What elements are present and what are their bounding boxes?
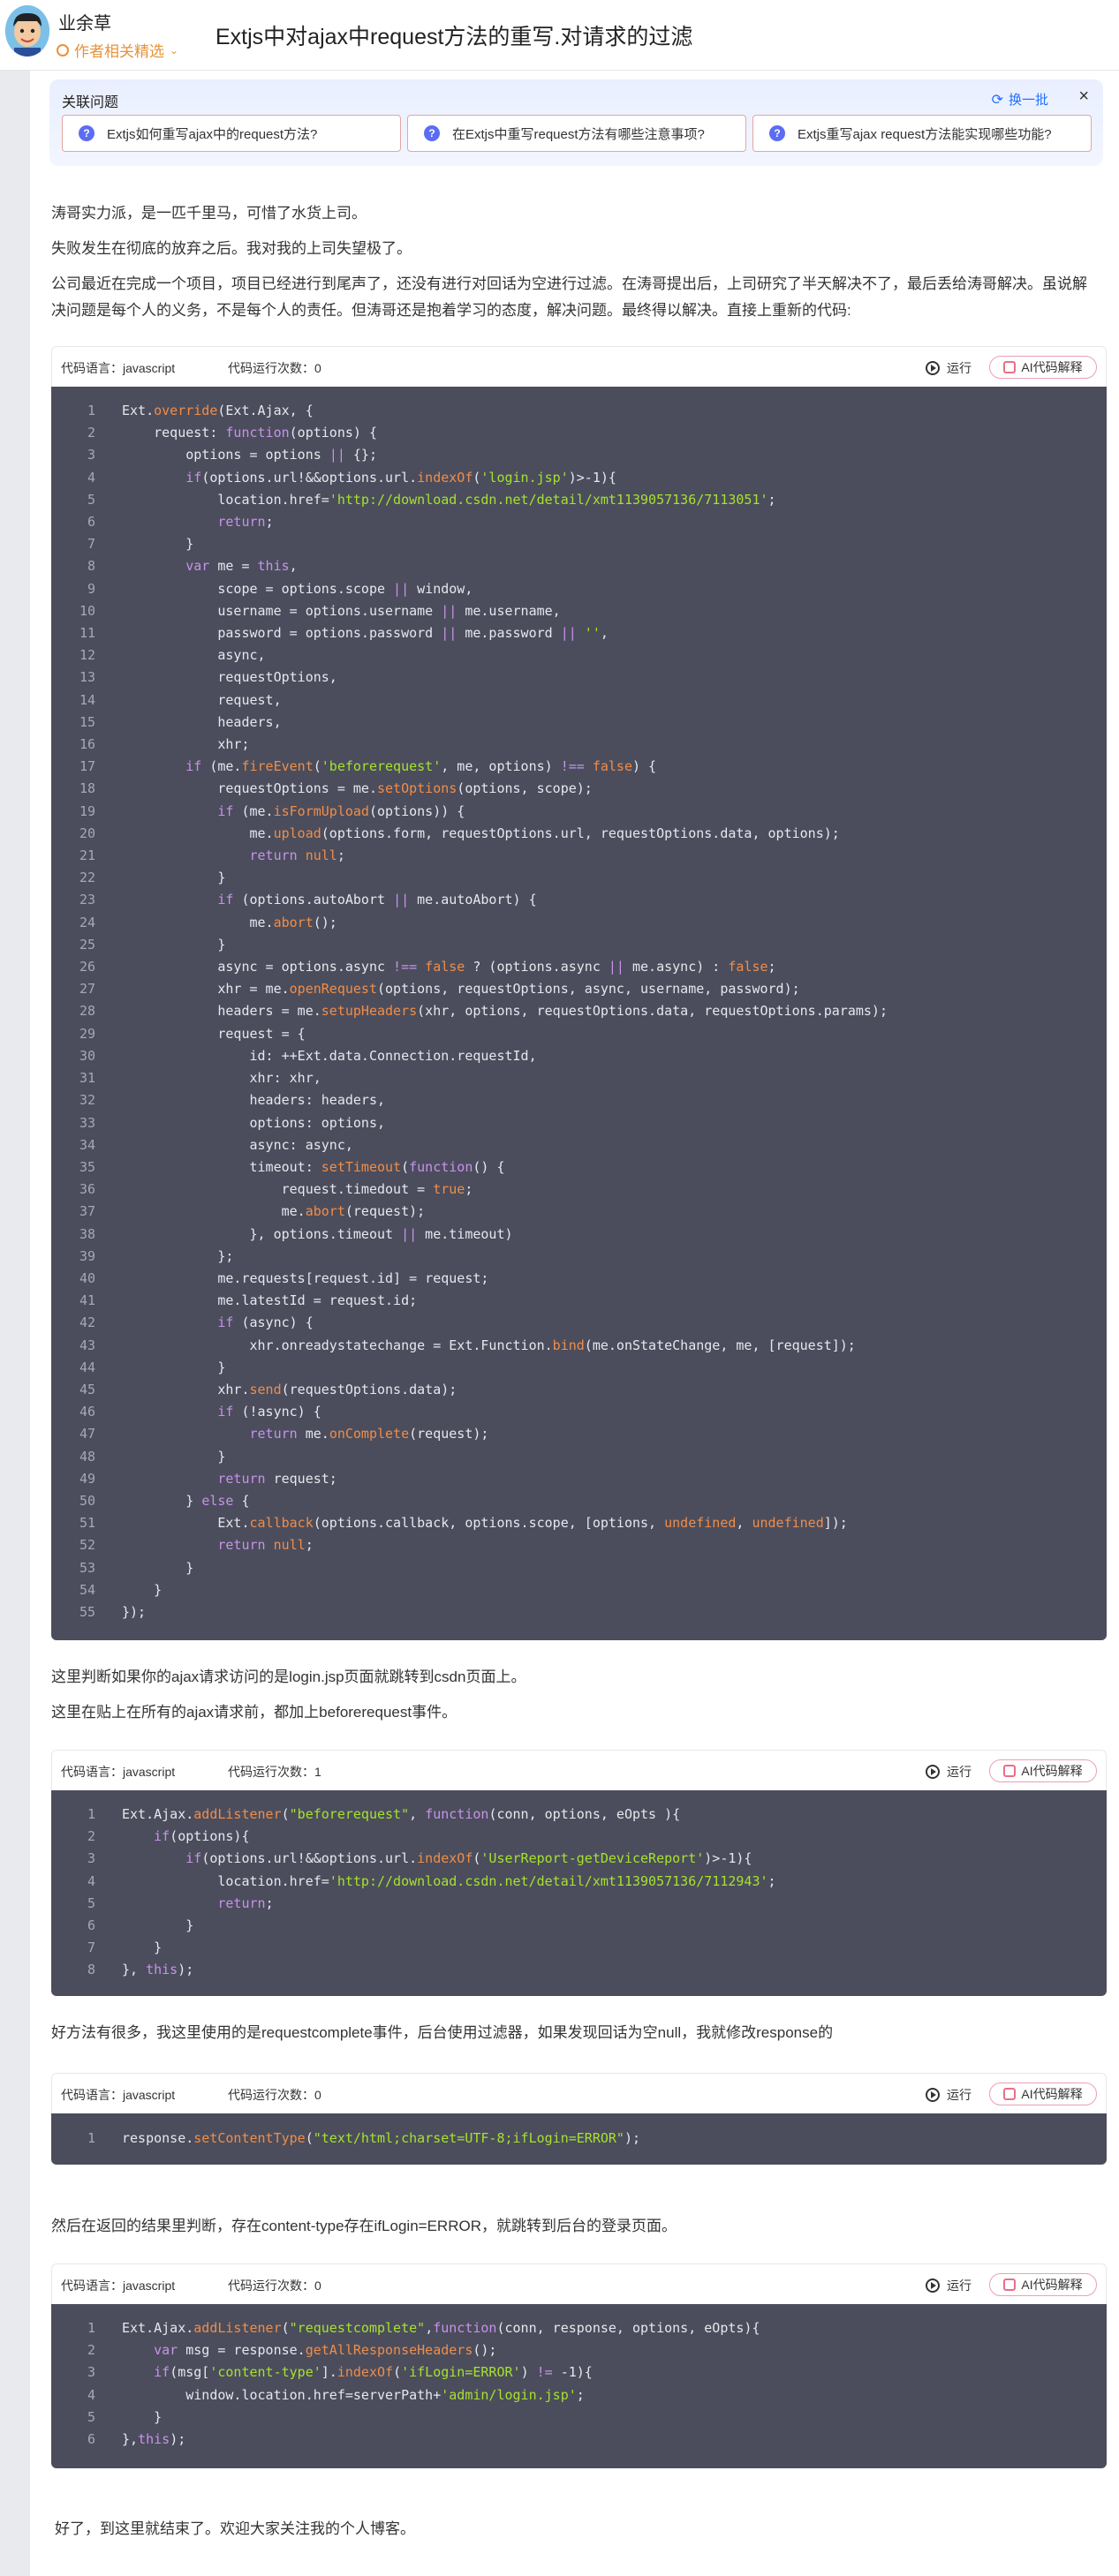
code-toolbar: 代码语言：javascript 代码运行次数：0 运行 AI代码解释 bbox=[51, 2073, 1107, 2113]
paragraph: 公司最近在完成一个项目，项目已经进行到尾声了，还没有进行对回话为空进行过滤。在涛… bbox=[51, 275, 1087, 319]
ai-icon bbox=[1003, 1765, 1017, 1777]
code-toolbar: 代码语言：javascript 代码运行次数：0 运行 AI代码解释 bbox=[51, 2263, 1107, 2304]
paragraph: 失败发生在彻底的放弃之后。我对我的上司失望极了。 bbox=[51, 240, 412, 257]
play-icon bbox=[926, 2088, 940, 2102]
run-label: 运行 bbox=[947, 2088, 972, 2102]
author-name[interactable]: 业余草 bbox=[58, 9, 111, 34]
ai-explain-button[interactable]: AI代码解释 bbox=[989, 356, 1097, 379]
paragraph: 这里在贴上在所有的ajax请求前，都加上beforerequest事件。 bbox=[51, 1704, 457, 1721]
paragraph: 好了，到这里就结束了。欢迎大家关注我的个人博客。 bbox=[55, 2520, 415, 2537]
run-count: 代码运行次数：1 bbox=[228, 1765, 321, 1779]
page-title: Extjs中对ajax中request方法的重写.对请求的过滤 bbox=[215, 25, 693, 49]
chevron-down-icon: ⌄ bbox=[170, 43, 179, 56]
play-icon bbox=[926, 361, 940, 375]
badge-label: 作者相关精选 bbox=[74, 43, 164, 60]
question-icon: ? bbox=[424, 125, 440, 141]
run-label: 运行 bbox=[947, 1765, 972, 1779]
ai-explain-label: AI代码解释 bbox=[1021, 360, 1083, 374]
ai-explain-button[interactable]: AI代码解释 bbox=[989, 2273, 1097, 2296]
run-label: 运行 bbox=[947, 2278, 972, 2293]
question-icon: ? bbox=[79, 125, 95, 141]
run-button[interactable]: 运行 bbox=[926, 359, 972, 377]
ai-icon bbox=[1003, 2278, 1017, 2291]
run-button[interactable]: 运行 bbox=[926, 1763, 972, 1781]
code-block[interactable]: 1 Ext.Ajax.addListener("requestcomplete",… bbox=[51, 2304, 1107, 2468]
code-language: 代码语言：javascript bbox=[61, 1765, 176, 1779]
related-question-text: Extjs如何重写ajax中的request方法? bbox=[107, 126, 318, 142]
code-language: 代码语言：javascript bbox=[61, 2278, 176, 2293]
paragraph: 这里判断如果你的ajax请求访问的是login.jsp页面就跳转到csdn页面上… bbox=[51, 1668, 526, 1685]
code-block[interactable]: 1 response.setContentType("text/html;char… bbox=[51, 2113, 1107, 2165]
paragraph: 涛哥实力派，是一匹千里马，可惜了水货上司。 bbox=[51, 205, 367, 222]
avatar[interactable] bbox=[5, 5, 49, 56]
related-question-item[interactable]: ? Extjs如何重写ajax中的request方法? bbox=[62, 115, 401, 152]
code-block[interactable]: 1 Ext.Ajax.addListener("beforerequest", f… bbox=[51, 1790, 1107, 1996]
related-title: 关联问题 bbox=[62, 95, 119, 110]
code-text: 1 Ext.override(Ext.Ajax, { 2 request: fun… bbox=[79, 403, 888, 1620]
left-gutter bbox=[0, 71, 30, 2576]
related-questions-panel: 关联问题 ⟳ 换一批 × ? Extjs如何重写ajax中的request方法?… bbox=[49, 79, 1103, 166]
run-label: 运行 bbox=[947, 361, 972, 375]
code-language: 代码语言：javascript bbox=[61, 361, 176, 375]
ai-explain-button[interactable]: AI代码解释 bbox=[989, 2083, 1097, 2105]
related-question-item[interactable]: ? 在Extjs中重写request方法有哪些注意事项? bbox=[407, 115, 746, 152]
ai-icon bbox=[1003, 361, 1017, 373]
code-toolbar: 代码语言：javascript 代码运行次数：0 运行 AI代码解释 bbox=[51, 346, 1107, 387]
top-header: 业余草 作者相关精选 ⌄ Extjs中对ajax中request方法的重写.对请… bbox=[0, 0, 1119, 71]
refresh-button[interactable]: ⟳ 换一批 bbox=[992, 90, 1048, 109]
run-button[interactable]: 运行 bbox=[926, 2277, 972, 2294]
ai-explain-label: AI代码解释 bbox=[1021, 2278, 1083, 2292]
paragraph: 好方法有很多，我这里使用的是requestcomplete事件，后台使用过滤器，… bbox=[51, 2024, 834, 2041]
play-icon bbox=[926, 1765, 940, 1779]
code-text: 1 response.setContentType("text/html;char… bbox=[87, 2130, 641, 2146]
run-button[interactable]: 运行 bbox=[926, 2086, 972, 2104]
related-question-item[interactable]: ? Extjs重写ajax request方法能实现哪些功能? bbox=[752, 115, 1092, 152]
code-language: 代码语言：javascript bbox=[61, 2088, 176, 2102]
question-icon: ? bbox=[769, 125, 785, 141]
run-count: 代码运行次数：0 bbox=[228, 2278, 321, 2293]
ai-explain-label: AI代码解释 bbox=[1021, 2087, 1083, 2101]
run-count: 代码运行次数：0 bbox=[228, 361, 321, 375]
paragraph: 然后在返回的结果里判断，存在content-type存在ifLogin=ERRO… bbox=[51, 2218, 677, 2234]
ai-explain-button[interactable]: AI代码解释 bbox=[989, 1759, 1097, 1782]
code-block[interactable]: 1 Ext.override(Ext.Ajax, { 2 request: fun… bbox=[51, 387, 1107, 1640]
play-icon bbox=[926, 2278, 940, 2293]
refresh-label: 换一批 bbox=[1008, 93, 1048, 108]
author-picks-badge[interactable]: 作者相关精选 ⌄ bbox=[57, 39, 178, 61]
ai-explain-label: AI代码解释 bbox=[1021, 1764, 1083, 1778]
related-question-text: Extjs重写ajax request方法能实现哪些功能? bbox=[798, 126, 1052, 142]
related-question-text: 在Extjs中重写request方法有哪些注意事项? bbox=[452, 126, 705, 142]
code-text: 1 Ext.Ajax.addListener("beforerequest", f… bbox=[87, 1806, 776, 1978]
close-icon[interactable]: × bbox=[1078, 87, 1089, 107]
refresh-icon: ⟳ bbox=[991, 92, 1003, 108]
article-content: 关联问题 ⟳ 换一批 × ? Extjs如何重写ajax中的request方法?… bbox=[30, 71, 1119, 2576]
code-text: 1 Ext.Ajax.addListener("requestcomplete",… bbox=[87, 2320, 760, 2448]
badge-icon bbox=[57, 43, 69, 56]
run-count: 代码运行次数：0 bbox=[228, 2088, 321, 2102]
code-toolbar: 代码语言：javascript 代码运行次数：1 运行 AI代码解释 bbox=[51, 1750, 1107, 1790]
ai-icon bbox=[1003, 2088, 1017, 2100]
